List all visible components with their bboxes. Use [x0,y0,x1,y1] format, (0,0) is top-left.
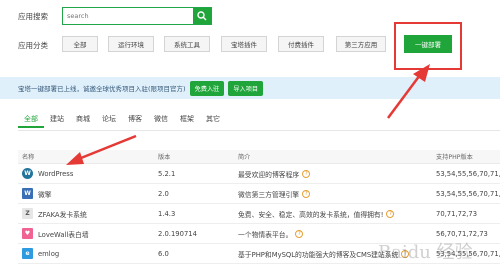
app-php-versions: 70,71,72,73 [436,209,478,218]
tab-divider [18,130,500,131]
weengine-icon: W [22,188,33,199]
import-project-button[interactable]: 导入项目 [228,80,264,96]
search-box [62,7,212,25]
tab-wechat[interactable]: 微信 [148,114,174,128]
app-description: 最受欢迎的博客程序 [238,170,300,179]
tab-all[interactable]: 全部 [18,114,44,128]
app-version: 6.0 [158,249,169,258]
tab-website[interactable]: 建站 [44,114,70,128]
app-version: 5.2.1 [158,169,176,178]
app-name: ZFAKA发卡系统 [38,210,87,219]
notice-text: 宝塔一键部署已上线，诚邀全球优秀项目入驻(限项目官方) [18,85,186,93]
search-input[interactable] [63,8,193,24]
app-description: 一个物情表平台。 [238,230,293,239]
search-label: 应用搜索 [18,12,48,21]
lovewall-icon: ♥ [22,228,33,239]
header-description: 简介 [238,154,251,161]
tab-framework[interactable]: 框架 [174,114,200,128]
help-icon[interactable]: ? [302,189,311,198]
help-icon[interactable]: ? [386,209,395,218]
app-version: 2.0 [158,189,169,198]
category-paid-plugins-button[interactable]: 付费插件 [278,36,324,52]
sub-category-tabs: 全部 建站 商城 论坛 博客 微信 框架 其它 [18,114,226,128]
highlight-annotation-box [394,22,462,70]
free-apply-button[interactable]: 免费入驻 [189,80,225,96]
category-plugins-button[interactable]: 宝塔插件 [221,36,267,52]
category-runtime-button[interactable]: 运行环境 [108,36,154,52]
tab-blog[interactable]: 博客 [122,114,148,128]
app-php-versions: 53,54,55,56,70,71,72 [436,189,500,198]
table-row[interactable]: W WordPress 5.2.1 最受欢迎的博客程序? 53,54,55,56… [18,164,500,184]
wordpress-icon: W [22,168,33,179]
tab-forum[interactable]: 论坛 [96,114,122,128]
tab-shop[interactable]: 商城 [70,114,96,128]
app-description: 免费、安全、稳定、高效的发卡系统，值得拥有! [238,210,384,219]
header-version: 版本 [158,154,171,161]
zfaka-icon: Z [22,208,33,219]
header-php-version: 支持PHP版本 [436,154,473,161]
app-name: LoveWall表白墙 [38,230,89,239]
watermark: Baidu 经验 [378,242,473,263]
app-version: 1.4.3 [158,209,176,218]
search-icon [197,11,207,21]
category-all-button[interactable]: 全部 [62,36,98,52]
category-third-party-button[interactable]: 第三方应用 [336,36,386,52]
help-icon[interactable]: ? [302,169,311,178]
header-name: 名称 [22,154,35,161]
search-button[interactable] [193,8,211,24]
app-description: 微信第三方管理引擎 [238,190,300,199]
help-icon[interactable]: ? [295,229,304,238]
app-name: WordPress [38,169,74,178]
app-version: 2.0.190714 [158,229,197,238]
app-description: 基于PHP和MySQL的功能强大的博客及CMS建站系统 [238,250,399,259]
category-label: 应用分类 [18,41,48,50]
table-row[interactable]: Z ZFAKA发卡系统 1.4.3 免费、安全、稳定、高效的发卡系统，值得拥有!… [18,204,500,224]
app-name: 微擎 [38,190,52,199]
tab-other[interactable]: 其它 [200,114,226,128]
table-row[interactable]: W 微擎 2.0 微信第三方管理引擎? 53,54,55,56,70,71,72 [18,184,500,204]
app-php-versions: 53,54,55,56,70,71,72 [436,169,500,178]
emlog-icon: e [22,248,33,259]
table-header: 名称 版本 简介 支持PHP版本 [18,150,500,164]
notice-bar: 宝塔一键部署已上线，诚邀全球优秀项目入驻(限项目官方) 免费入驻 导入项目 [0,77,500,99]
app-name: emlog [38,249,60,258]
category-tools-button[interactable]: 系统工具 [164,36,210,52]
